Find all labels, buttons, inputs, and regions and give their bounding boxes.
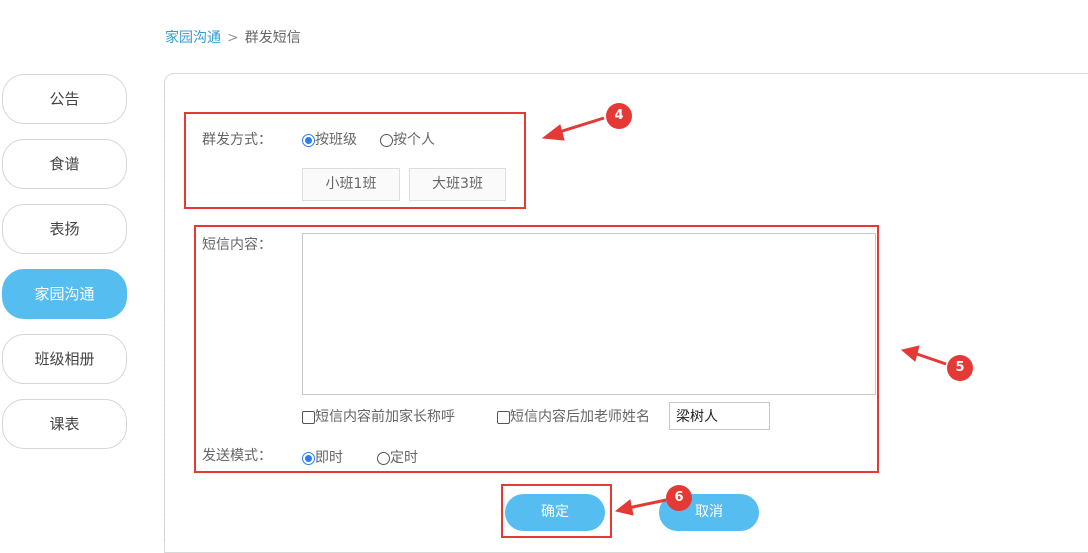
arrow-6-head xyxy=(614,499,634,516)
arrow-4-line xyxy=(555,116,605,135)
annotation-badge-6: 6 xyxy=(666,485,692,511)
arrow-4-head xyxy=(541,124,565,141)
arrow-5-line xyxy=(913,351,947,366)
arrow-5-head xyxy=(900,345,920,362)
annotation-arrows xyxy=(541,116,947,516)
arrow-6-line xyxy=(627,498,667,510)
annotation-badge-5: 5 xyxy=(947,355,973,381)
annotation-badge-4: 4 xyxy=(606,103,632,129)
